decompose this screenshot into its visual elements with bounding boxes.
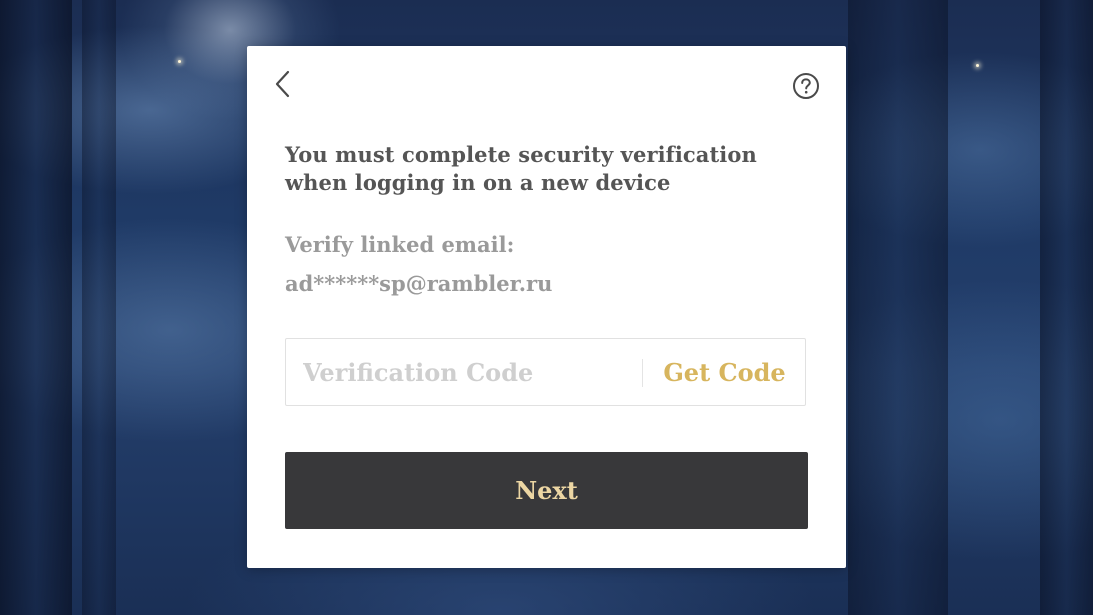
help-button[interactable] [792, 72, 820, 100]
background-pillar [82, 0, 116, 615]
email-label: Verify linked email: [285, 232, 515, 257]
verification-notice: You must complete security verification … [285, 142, 757, 195]
background-pillar [1040, 0, 1093, 615]
verification-code-input[interactable] [286, 339, 642, 405]
background-pillar [848, 0, 948, 615]
background-star [178, 60, 181, 63]
background-pillar [0, 0, 72, 615]
back-button[interactable] [271, 68, 299, 100]
chevron-left-icon [275, 70, 290, 98]
next-button[interactable]: Next [285, 452, 808, 529]
masked-email: ad******sp@rambler.ru [285, 271, 553, 296]
security-verification-dialog: You must complete security verification … [247, 46, 846, 568]
verification-code-field: Get Code [285, 338, 806, 406]
background-star [976, 64, 979, 67]
question-circle-icon [793, 73, 819, 99]
get-code-button[interactable]: Get Code [643, 339, 806, 405]
